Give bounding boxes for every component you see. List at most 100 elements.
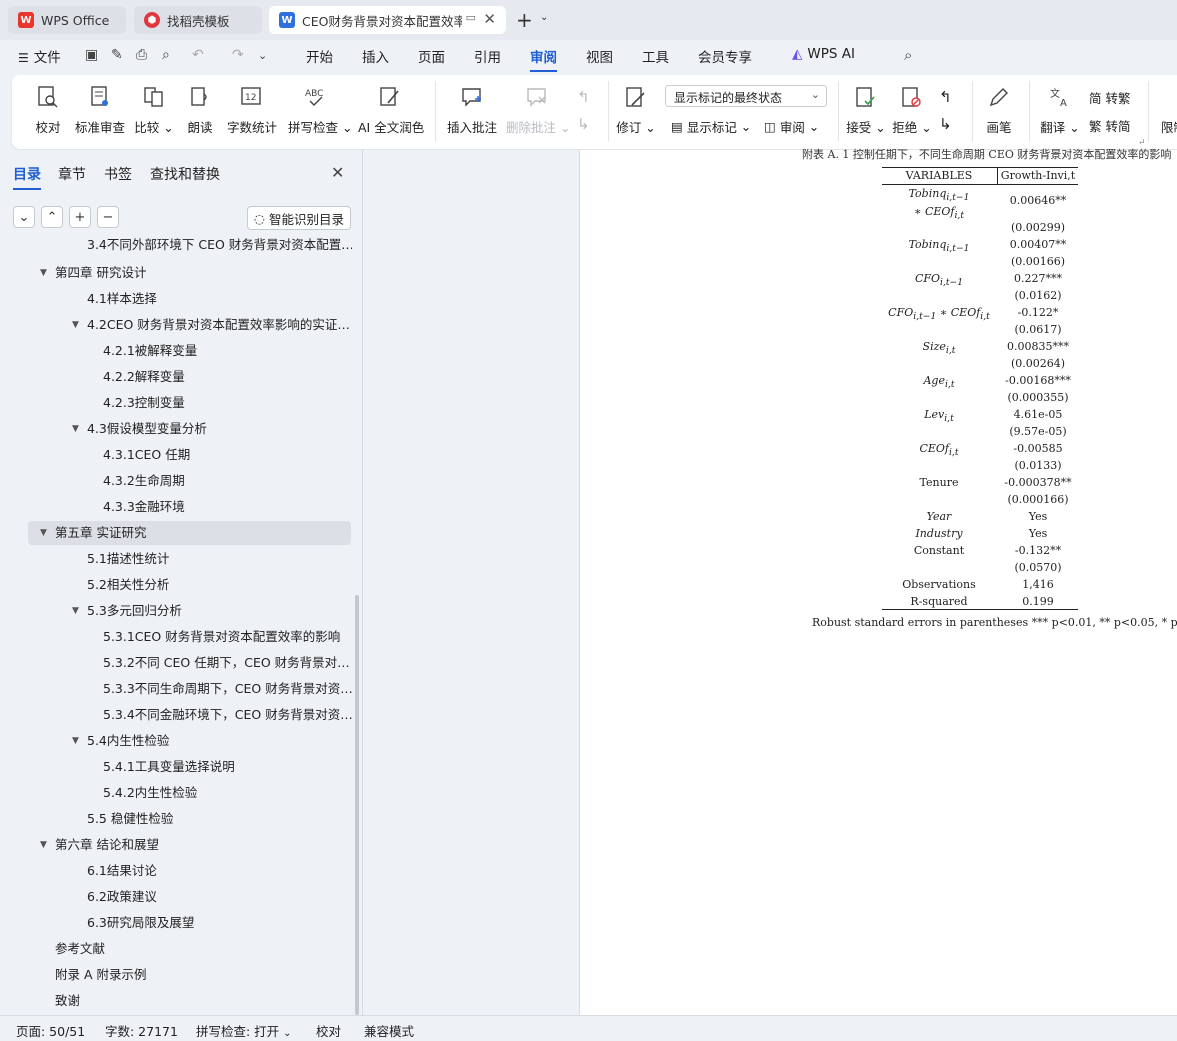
toc-item[interactable]: 6.2政策建议 xyxy=(87,885,157,909)
reject-button[interactable]: 拒绝 ⌄ xyxy=(892,83,932,136)
next-comment-icon[interactable]: ↳ xyxy=(577,115,590,133)
delete-comment-button[interactable]: 删除批注 ⌄ xyxy=(506,83,570,136)
toc-item[interactable]: 4.2.2解释变量 xyxy=(103,365,185,389)
toc-item[interactable]: 3.4不同外部环境下 CEO 财务背景对资本配置… xyxy=(87,236,352,257)
ink-button[interactable]: 画笔 xyxy=(984,83,1014,136)
nav-tab-chapters[interactable]: 章节 xyxy=(58,164,86,184)
accept-button[interactable]: 接受 ⌄ xyxy=(846,83,886,136)
toc-item[interactable]: 4.3.1CEO 任期 xyxy=(103,443,190,467)
redo-icon[interactable]: ↷ xyxy=(232,47,244,63)
review-pane-button[interactable]: ◫ 审阅 ⌄ xyxy=(764,117,819,136)
word-count-button[interactable]: 12 字数统计 xyxy=(226,83,278,136)
spell-check-button[interactable]: ABC 拼写检查 ⌄ xyxy=(288,83,352,136)
nav-tab-toc[interactable]: 目录 xyxy=(13,164,41,190)
to-simplified-button[interactable]: 繁转简 xyxy=(1089,116,1131,135)
close-pane-icon[interactable]: ✕ xyxy=(331,163,344,182)
toc-item[interactable]: 附录 A 附录示例 xyxy=(55,963,147,987)
toc-item[interactable]: 6.1结果讨论 xyxy=(87,859,157,883)
toc-item[interactable]: 5.4.2内生性检验 xyxy=(103,781,197,805)
expand-triangle-icon[interactable]: ▼ xyxy=(40,261,47,285)
toc-item[interactable]: 4.3.3金融环境 xyxy=(103,495,185,519)
smart-toc-button[interactable]: ◌ 智能识别目录 xyxy=(247,206,351,230)
ai-polish-button[interactable]: AI 全文润色 xyxy=(358,83,424,136)
close-tab-icon[interactable]: ✕ xyxy=(483,10,496,28)
word-count-indicator[interactable]: 字数: 27171 xyxy=(105,1021,178,1040)
menu-insert[interactable]: 插入 xyxy=(362,46,389,66)
proofread-button[interactable]: 校对 xyxy=(32,83,64,136)
toc-item[interactable]: ▼ 第六章 结论和展望 xyxy=(38,833,159,857)
expand-down-button[interactable]: ⌄ xyxy=(13,206,35,228)
menu-review[interactable]: 审阅 xyxy=(530,46,557,72)
nav-tab-bookmarks[interactable]: 书签 xyxy=(104,164,132,184)
markup-state-select[interactable]: 显示标记的最终状态 ⌄ xyxy=(665,85,827,107)
toc-item[interactable]: 参考文献 xyxy=(55,937,105,961)
format-painter-icon[interactable]: ✎ xyxy=(111,47,123,63)
expand-triangle-icon[interactable]: ▼ xyxy=(40,833,47,857)
undo-icon[interactable]: ↶ xyxy=(192,47,204,63)
toc-item[interactable]: 5.4.1工具变量选择说明 xyxy=(103,755,235,779)
collapse-up-button[interactable]: ⌃ xyxy=(41,206,63,228)
monitor-icon[interactable]: ▭ xyxy=(466,11,476,24)
expand-triangle-icon[interactable]: ▼ xyxy=(72,417,79,441)
toc-item[interactable]: 5.3.1CEO 财务背景对资本配置效率的影响 xyxy=(103,625,340,649)
toc-item[interactable]: ▼ 第四章 研究设计 xyxy=(38,261,146,285)
toc-scrollbar[interactable] xyxy=(355,595,359,1015)
tab-docer-templates[interactable]: ⬢ 找稻壳模板 xyxy=(134,6,262,34)
chevron-down-icon[interactable]: ⌄ xyxy=(540,12,548,23)
print-preview-icon[interactable]: ⌕ xyxy=(162,47,170,63)
read-aloud-button[interactable]: 朗读 xyxy=(186,83,214,136)
print-icon[interactable]: ⎙ xyxy=(136,47,147,63)
previous-change-icon[interactable]: ↰ xyxy=(939,88,952,106)
expand-triangle-icon[interactable]: ▼ xyxy=(40,521,47,545)
next-change-icon[interactable]: ↳ xyxy=(939,115,952,133)
toc-item[interactable]: 5.2相关性分析 xyxy=(87,573,169,597)
toc-item[interactable]: 5.3.2不同 CEO 任期下，CEO 财务背景对… xyxy=(103,651,350,675)
track-changes-button[interactable]: 修订 ⌄ xyxy=(616,83,656,136)
expand-triangle-icon[interactable]: ▼ xyxy=(72,729,79,753)
expand-triangle-icon[interactable]: ▼ xyxy=(72,313,79,337)
toc-item-selected[interactable]: ▼ 第五章 实证研究 xyxy=(28,521,351,545)
document-canvas[interactable]: 附表 A. 1 控制任期下，不同生命周期 CEO 财务背景对资本配置效率的影响 … xyxy=(364,138,1177,1015)
nav-tab-find-replace[interactable]: 查找和替换 xyxy=(150,164,220,184)
remove-heading-button[interactable]: − xyxy=(97,206,119,228)
translate-button[interactable]: 文A 翻译 ⌄ xyxy=(1040,83,1080,136)
quick-access-more-icon[interactable]: ⌄ xyxy=(258,49,267,62)
toc-item[interactable]: ▼ 5.3多元回归分析 xyxy=(70,599,182,623)
menu-member[interactable]: 会员专享 xyxy=(698,46,752,66)
toc-item[interactable]: 4.2.1被解释变量 xyxy=(103,339,197,363)
toc-item[interactable]: 5.3.3不同生命周期下，CEO 财务背景对资… xyxy=(103,677,352,701)
previous-comment-icon[interactable]: ↰ xyxy=(577,88,590,106)
toc-item[interactable]: 4.1样本选择 xyxy=(87,287,157,311)
toc-item[interactable]: 6.3研究局限及展望 xyxy=(87,911,194,935)
toc-item[interactable]: 5.1描述性统计 xyxy=(87,547,169,571)
file-menu[interactable]: ☰ 文件 xyxy=(18,46,61,66)
save-icon[interactable]: ▣ xyxy=(85,47,98,63)
to-traditional-button[interactable]: 简转繁 xyxy=(1089,88,1131,107)
document-page[interactable]: 附表 A. 1 控制任期下，不同生命周期 CEO 财务背景对资本配置效率的影响 … xyxy=(579,138,1177,1015)
expand-triangle-icon[interactable]: ▼ xyxy=(72,599,79,623)
toc-item[interactable]: 5.3.4不同金融环境下，CEO 财务背景对资… xyxy=(103,703,352,727)
toc-item[interactable]: ▼ 4.2CEO 财务背景对资本配置效率影响的实证… xyxy=(70,313,350,337)
spell-check-toggle[interactable]: 拼写检查: 打开 ⌄ xyxy=(196,1021,292,1040)
show-markup-button[interactable]: ▤ 显示标记 ⌄ xyxy=(671,117,751,136)
proofread-status[interactable]: 校对 xyxy=(316,1021,341,1040)
menu-page[interactable]: 页面 xyxy=(418,46,445,66)
insert-comment-button[interactable]: 插入批注 xyxy=(446,83,498,136)
toc-item[interactable]: 4.3.2生命周期 xyxy=(103,469,185,493)
standard-review-button[interactable]: 标准审查 xyxy=(74,83,126,136)
menu-references[interactable]: 引用 xyxy=(474,46,501,66)
menu-tools[interactable]: 工具 xyxy=(642,46,669,66)
page-indicator[interactable]: 页面: 50/51 xyxy=(16,1021,85,1040)
toc-item[interactable]: ▼ 5.4内生性检验 xyxy=(70,729,169,753)
toc-item[interactable]: 致谢 xyxy=(55,989,80,1013)
tab-wps-office[interactable]: W WPS Office xyxy=(8,6,126,34)
menu-wps-ai[interactable]: ◭ WPS AI xyxy=(792,46,855,62)
menu-home[interactable]: 开始 xyxy=(306,46,333,66)
toc-item[interactable]: ▼ 4.3假设模型变量分析 xyxy=(70,417,207,441)
add-heading-button[interactable]: + xyxy=(69,206,91,228)
new-tab-plus-icon[interactable]: + xyxy=(516,8,533,32)
search-icon[interactable]: ⌕ xyxy=(904,46,912,64)
toc-item[interactable]: 5.5 稳健性检验 xyxy=(87,807,173,831)
tab-current-document[interactable]: W CEO财务背景对资本配置效率 ▭ ✕ xyxy=(269,6,506,34)
restrict-editing-button[interactable]: 限制 xyxy=(1161,117,1177,136)
